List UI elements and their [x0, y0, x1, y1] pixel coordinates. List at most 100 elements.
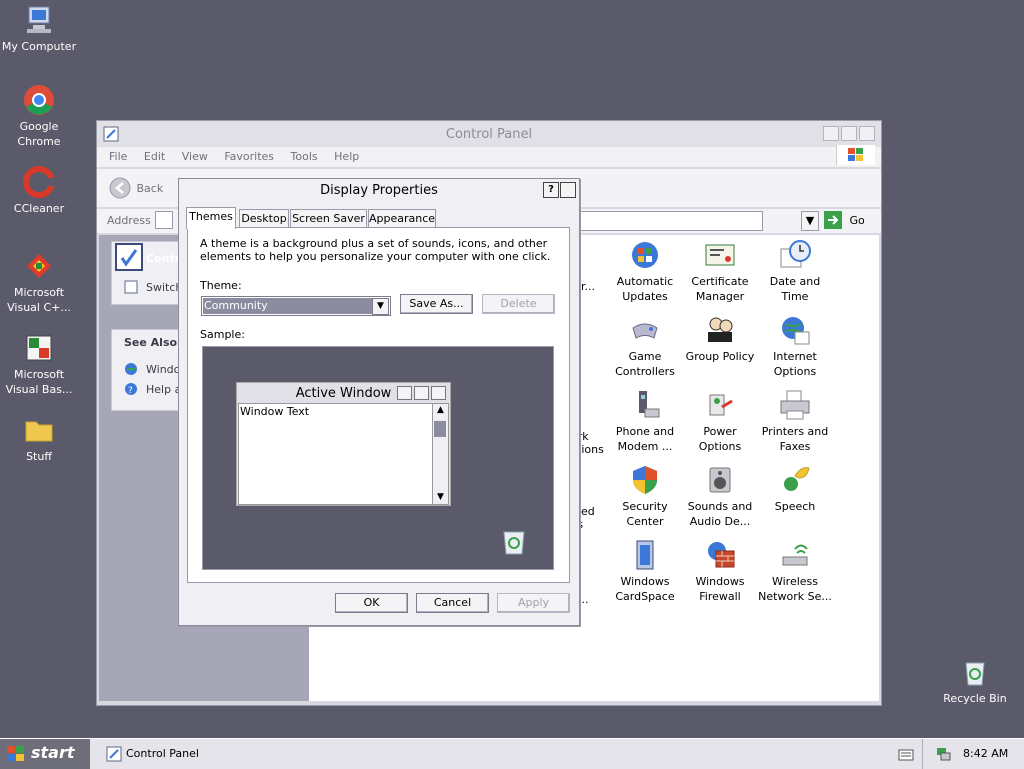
- apply-button[interactable]: Apply: [497, 593, 570, 613]
- theme-select[interactable]: Community ▼: [201, 296, 391, 316]
- back-button[interactable]: Back: [109, 177, 163, 199]
- go-button[interactable]: Go: [823, 210, 865, 230]
- cancel-button[interactable]: Cancel: [416, 593, 489, 613]
- cp-item-label: Modem ...: [617, 440, 673, 453]
- menu-tools[interactable]: Tools: [291, 150, 318, 163]
- globe-icon: [779, 314, 811, 346]
- tab-appearance[interactable]: Appearance: [368, 209, 436, 228]
- see-also-windows-update-link[interactable]: Windo: [146, 363, 180, 376]
- ccleaner-icon: [23, 166, 55, 198]
- cp-item-label: Options: [773, 365, 817, 378]
- cp-item-phone-and-modem[interactable]: Phone and Modem ...: [606, 389, 684, 454]
- cp-item-group-policy[interactable]: Group Policy: [681, 314, 759, 364]
- cp-item-automatic-updates[interactable]: Automatic Updates: [606, 239, 684, 304]
- sample-window-buttons: [397, 386, 446, 400]
- shield-icon: [629, 464, 661, 496]
- cp-item-label: Sounds and: [687, 500, 753, 513]
- see-also-help-link[interactable]: Help a: [146, 383, 181, 396]
- minimize-button[interactable]: [823, 126, 839, 141]
- cp-item-date-and-time[interactable]: Date and Time: [756, 239, 834, 304]
- cp-item-label: Manager: [695, 290, 745, 303]
- cp-item-security-center[interactable]: Security Center: [606, 464, 684, 529]
- cp-item-speech[interactable]: Speech: [756, 464, 834, 514]
- cp-item-label: Date and: [769, 275, 821, 288]
- menu-file[interactable]: File: [109, 150, 127, 163]
- cp-item-label: Options: [698, 440, 742, 453]
- see-also-title: See Also: [124, 336, 178, 349]
- desktop-icon-visual-basic[interactable]: Microsoft Visual Bas...: [0, 332, 78, 397]
- sample-max-icon: [414, 386, 429, 400]
- clock[interactable]: 8:42 AM: [963, 747, 1008, 760]
- cp-item-sounds-and-audio[interactable]: Sounds and Audio De...: [681, 464, 759, 529]
- cp-item-windows-cardspace[interactable]: Windows CardSpace: [606, 539, 684, 604]
- theme-select-value: Community: [203, 298, 372, 314]
- address-input[interactable]: [155, 211, 173, 229]
- cp-item-label: Game: [628, 350, 662, 363]
- dialog-close-button[interactable]: [560, 182, 576, 198]
- taskbar-button-control-panel[interactable]: Control Panel: [100, 742, 280, 766]
- taskbar-button-label: Control Panel: [126, 747, 199, 760]
- address-label: Address: [107, 214, 151, 227]
- control-panel-title-bar[interactable]: Control Panel: [97, 121, 881, 147]
- desktop-icon-stuff[interactable]: Stuff: [0, 414, 78, 464]
- windows-flag-icon: [6, 745, 26, 767]
- gamepad-icon: [629, 314, 661, 346]
- cp-item-label: Center: [626, 515, 664, 528]
- cp-item-label: Power: [703, 425, 737, 438]
- address-dropdown-icon[interactable]: ▼: [801, 211, 819, 231]
- cp-item-internet-options[interactable]: Internet Options: [756, 314, 834, 379]
- scroll-thumb: [434, 421, 446, 437]
- desktop-icon-ccleaner[interactable]: CCleaner: [0, 166, 78, 216]
- task-pane-title: Contr: [146, 252, 181, 265]
- dialog-title-bar[interactable]: Display Properties ?: [179, 179, 579, 201]
- menu-help[interactable]: Help: [334, 150, 359, 163]
- theme-label: Theme:: [200, 279, 242, 292]
- desktop-icon-google-chrome[interactable]: Google Chrome: [0, 84, 78, 149]
- cp-item-label: CardSpace: [615, 590, 675, 603]
- desktop-icon-my-computer[interactable]: My Computer: [0, 4, 78, 54]
- cp-item-certificate-manager[interactable]: Certificate Manager: [681, 239, 759, 304]
- display-properties-dialog[interactable]: Display Properties ? Themes Desktop Scre…: [178, 178, 580, 626]
- sample-window-text: Window Text: [240, 405, 310, 418]
- help-question-icon[interactable]: ?: [543, 182, 559, 198]
- cp-item-windows-firewall[interactable]: Windows Firewall: [681, 539, 759, 604]
- switch-view-link[interactable]: Switch: [146, 281, 182, 294]
- cp-item-wireless-network[interactable]: Wireless Network Se...: [756, 539, 834, 604]
- dialog-title: Display Properties: [320, 183, 438, 198]
- keyboard-icon[interactable]: [898, 746, 914, 765]
- group-policy-icon: [704, 314, 736, 346]
- desktop-icon-visual-cpp[interactable]: Microsoft Visual C+...: [0, 250, 78, 315]
- visual-basic-icon: [23, 332, 55, 364]
- theme-description: A theme is a background plus a set of so…: [200, 237, 551, 263]
- close-button[interactable]: [859, 126, 875, 141]
- cp-item-power-options[interactable]: Power Options: [681, 389, 759, 454]
- control-panel-large-icon: [114, 242, 144, 275]
- delete-button[interactable]: Delete: [482, 294, 555, 314]
- chevron-down-icon[interactable]: ▼: [372, 298, 389, 315]
- start-button[interactable]: start: [0, 739, 90, 769]
- desktop-icon-recycle-bin[interactable]: Recycle Bin: [936, 656, 1014, 706]
- cp-item-game-controllers[interactable]: Game Controllers: [606, 314, 684, 379]
- firewall-icon: [704, 539, 736, 571]
- address-input-field[interactable]: [577, 211, 763, 231]
- menu-edit[interactable]: Edit: [144, 150, 165, 163]
- system-tray: 8:42 AM: [922, 739, 1024, 769]
- menu-view[interactable]: View: [182, 150, 208, 163]
- cp-item-label: Wireless: [771, 575, 819, 588]
- save-as-button[interactable]: Save As...: [400, 294, 473, 314]
- cp-item-printers-and-faxes[interactable]: Printers and Faxes: [756, 389, 834, 454]
- wireless-icon: [779, 539, 811, 571]
- ok-button[interactable]: OK: [335, 593, 408, 613]
- tab-desktop[interactable]: Desktop: [239, 209, 289, 228]
- tab-screen-saver[interactable]: Screen Saver: [290, 209, 367, 228]
- cp-item-label: Printers and: [761, 425, 829, 438]
- themes-tab-panel: A theme is a background plus a set of so…: [187, 227, 570, 583]
- tab-themes[interactable]: Themes: [186, 207, 236, 229]
- menu-favorites[interactable]: Favorites: [224, 150, 274, 163]
- network-tray-icon[interactable]: [935, 746, 951, 765]
- chrome-icon: [23, 84, 55, 116]
- visual-cpp-icon: [23, 250, 55, 282]
- cp-item-label: Firewall: [699, 590, 741, 603]
- maximize-button[interactable]: [841, 126, 857, 141]
- menu-bar: File Edit View Favorites Tools Help: [97, 145, 881, 167]
